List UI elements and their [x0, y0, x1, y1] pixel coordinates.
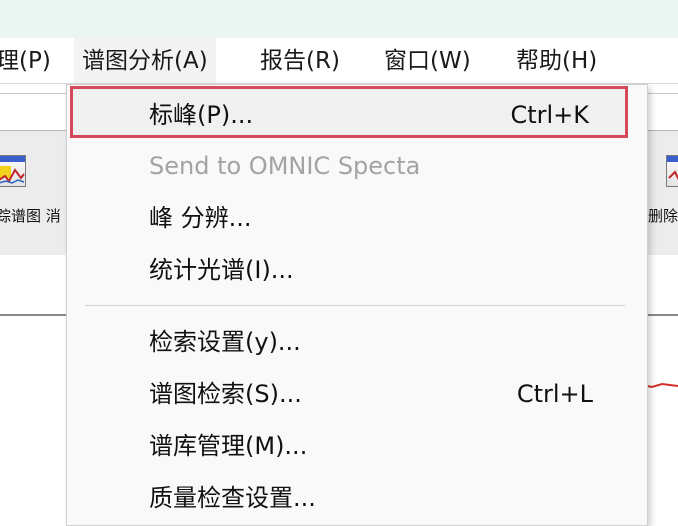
toolbar-button-label: 删除 — [648, 207, 678, 225]
menu-item-label: 检索设置(y)... — [149, 328, 301, 356]
menu-separator — [85, 305, 625, 306]
toolbar-button-label: 踪谱图 消 — [0, 207, 61, 225]
menu-item-send-to-specta: Send to OMNIC Specta — [67, 140, 647, 192]
toolbar-button-spectrum[interactable]: 踪谱图 消 — [0, 151, 61, 231]
menu-spectrum-analysis[interactable]: 谱图分析(A) — [74, 38, 216, 84]
menu-item-qc-setup[interactable]: 质量检查设置... — [67, 472, 647, 524]
spectrum-window-icon — [0, 155, 26, 187]
menu-window[interactable]: 窗口(W) — [376, 38, 479, 84]
menu-bar: 理(P) 谱图分析(A) 报告(R) 窗口(W) 帮助(H) — [0, 38, 678, 84]
menu-item-spectral-search[interactable]: 谱图检索(S)... Ctrl+L — [67, 368, 647, 420]
menu-item-label: 标峰(P)... — [149, 101, 254, 129]
menu-item-peak-resolve[interactable]: 峰 分辨... — [67, 192, 647, 244]
menu-item-search-setup[interactable]: 检索设置(y)... — [67, 316, 647, 368]
menu-item-label: 谱图检索(S)... — [149, 380, 302, 408]
title-bar — [0, 0, 678, 38]
menu-item-shortcut: Ctrl+L — [516, 380, 593, 408]
menu-item-label-peaks[interactable]: 标峰(P)... Ctrl+K — [70, 86, 628, 138]
menu-item-label: 峰 分辨... — [149, 204, 252, 232]
menu-item-library-manager[interactable]: 谱库管理(M)... — [67, 420, 647, 472]
menu-report[interactable]: 报告(R) — [252, 38, 348, 84]
analysis-dropdown-menu: 标峰(P)... Ctrl+K Send to OMNIC Specta 峰 分… — [66, 84, 648, 526]
menu-item-label: 统计光谱(I)... — [149, 256, 294, 284]
menu-item-label: Send to OMNIC Specta — [149, 152, 421, 180]
delete-spectrum-icon — [666, 155, 678, 187]
menu-item-statistical-spectra[interactable]: 统计光谱(I)... — [67, 244, 647, 296]
menu-item-shortcut: Ctrl+K — [510, 101, 589, 129]
menu-help[interactable]: 帮助(H) — [508, 38, 605, 84]
menu-item-label: 谱库管理(M)... — [149, 432, 308, 460]
menu-item-label: 质量检查设置... — [149, 484, 316, 512]
menu-process[interactable]: 理(P) — [0, 38, 59, 84]
